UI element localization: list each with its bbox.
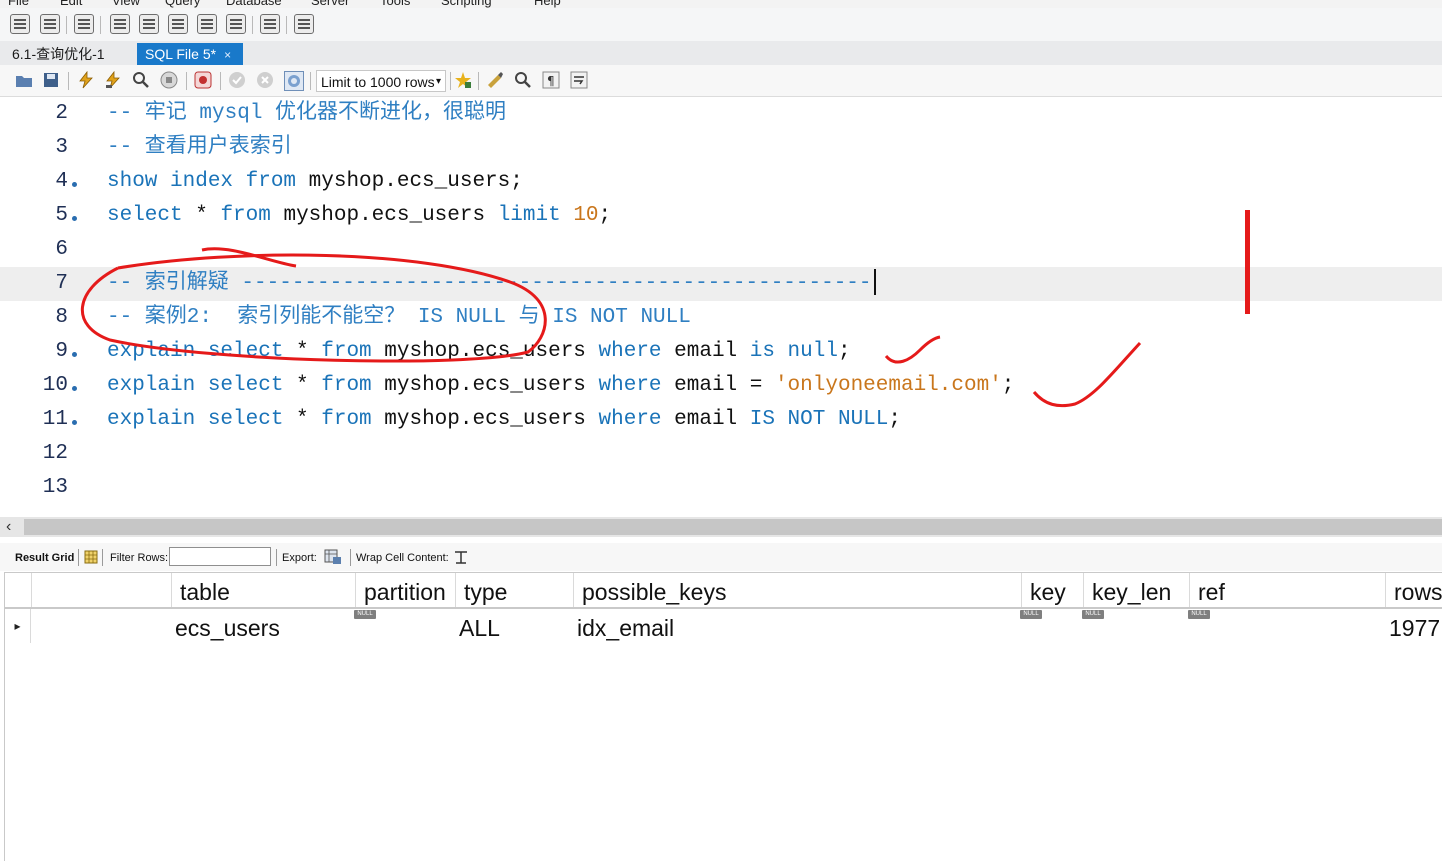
annotation-check-mark: [884, 335, 941, 364]
annotation-check-mark: [1032, 341, 1142, 408]
annotation-ink-layer: [81, 247, 1142, 408]
annotation-circle: [81, 253, 547, 363]
